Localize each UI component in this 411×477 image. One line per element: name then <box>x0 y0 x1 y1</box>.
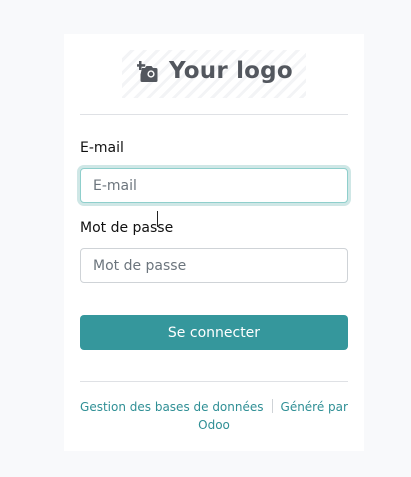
email-label: E-mail <box>80 140 124 156</box>
powered-by-text[interactable]: Généré par <box>281 400 348 414</box>
password-field[interactable] <box>80 248 348 283</box>
manage-databases-link[interactable]: Gestion des bases de données <box>80 400 263 414</box>
footer-separator <box>271 399 273 413</box>
login-footer: Gestion des bases de données Généré par O… <box>80 398 348 434</box>
footer-divider <box>80 381 348 382</box>
logo: Your logo <box>122 50 306 98</box>
logo-text: Your logo <box>169 58 293 84</box>
email-field[interactable] <box>80 168 348 203</box>
login-button[interactable]: Se connecter <box>80 315 348 350</box>
header-divider <box>80 114 348 115</box>
password-label: Mot de passe <box>80 220 174 236</box>
login-card: Your logo E-mail Mot de passe Se connect… <box>64 34 364 451</box>
camera-plus-icon <box>137 61 158 82</box>
odoo-link[interactable]: Odoo <box>198 418 230 432</box>
